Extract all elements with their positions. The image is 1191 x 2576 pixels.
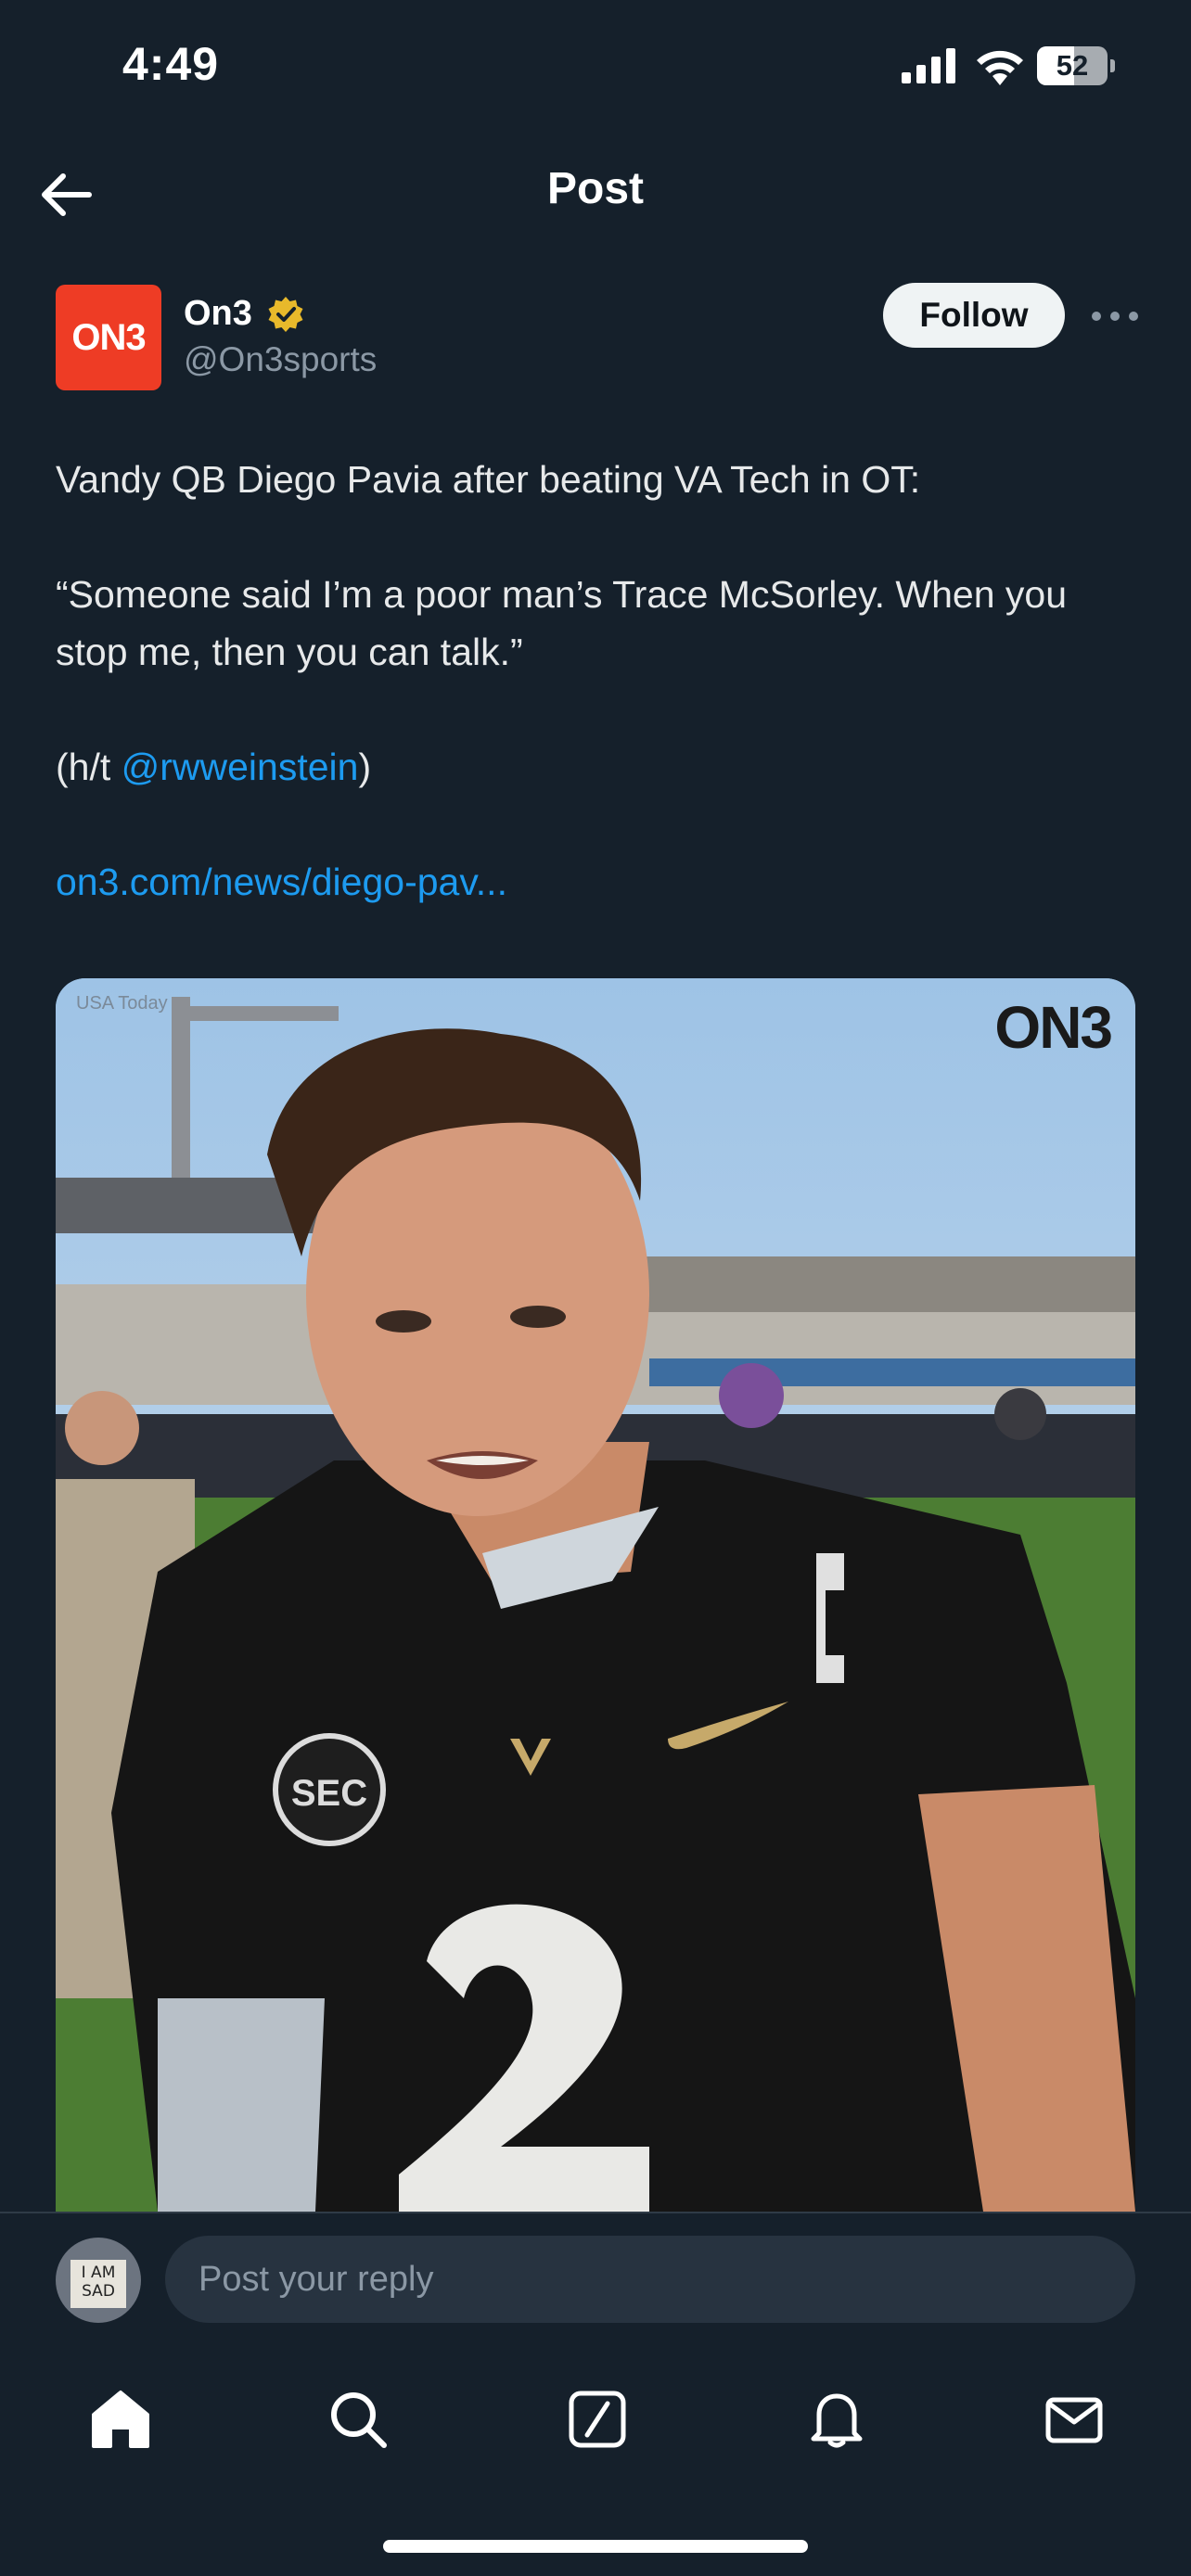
wifi-icon	[977, 50, 1023, 85]
photo-credit: USA Today	[76, 993, 168, 1014]
tweet-quote: “Someone said I’m a poor man’s Trace McS…	[56, 573, 1068, 673]
mail-icon	[1045, 2397, 1103, 2443]
follow-button[interactable]: Follow	[883, 283, 1065, 348]
player-photo-illustration: SEC	[56, 978, 1135, 2212]
tweet-line: Vandy QB Diego Pavia after beating VA Te…	[56, 458, 921, 501]
author-name[interactable]: On3	[184, 294, 252, 334]
author-row: ON3 On3 @On3sports Follow	[56, 283, 1141, 394]
tab-messages[interactable]	[1037, 2382, 1111, 2456]
home-icon	[92, 2391, 149, 2448]
avatar-logo-text: ON3	[71, 316, 146, 358]
header: Post	[0, 139, 1191, 247]
avatar-sign: I AM SAD	[70, 2260, 126, 2308]
tab-notifications[interactable]	[800, 2382, 874, 2456]
cellular-signal-icon	[902, 48, 955, 83]
media-watermark-logo: ON3	[994, 994, 1113, 1061]
reply-input[interactable]	[165, 2236, 1135, 2323]
article-link[interactable]: on3.com/news/diego-pav...	[56, 861, 507, 903]
battery-indicator: 52	[1037, 46, 1115, 85]
grok-icon	[569, 2391, 626, 2448]
tab-home[interactable]	[83, 2382, 158, 2456]
bell-icon	[811, 2393, 863, 2448]
author-avatar[interactable]: ON3	[56, 285, 161, 390]
mention-link[interactable]: @rwweinstein	[122, 746, 359, 788]
status-bar: 4:49 52	[0, 0, 1191, 139]
status-time: 4:49	[122, 38, 220, 90]
tab-grok[interactable]	[560, 2382, 634, 2456]
tab-search[interactable]	[321, 2382, 395, 2456]
reply-bar: I AM SAD	[0, 2212, 1191, 2341]
more-options-icon[interactable]	[1087, 298, 1143, 335]
svg-text:SEC: SEC	[291, 1773, 367, 1814]
tweet-text: Vandy QB Diego Pavia after beating VA Te…	[56, 451, 1135, 968]
page-title: Post	[546, 164, 644, 213]
bottom-tab-bar	[0, 2341, 1191, 2576]
tweet-media-photo[interactable]: SEC USA Today ON3	[56, 978, 1135, 2212]
user-avatar[interactable]: I AM SAD	[56, 2238, 141, 2323]
author-handle[interactable]: @On3sports	[184, 340, 377, 379]
search-icon	[331, 2392, 387, 2448]
battery-level: 52	[1056, 49, 1089, 82]
tweet-hat-tip: (h/t @rwweinstein)	[56, 746, 372, 788]
home-indicator[interactable]	[383, 2540, 808, 2553]
verified-badge-icon[interactable]	[267, 296, 304, 333]
post-screen: 4:49 52 Post ON3 On3 @On3sports Follow V…	[0, 0, 1191, 2576]
